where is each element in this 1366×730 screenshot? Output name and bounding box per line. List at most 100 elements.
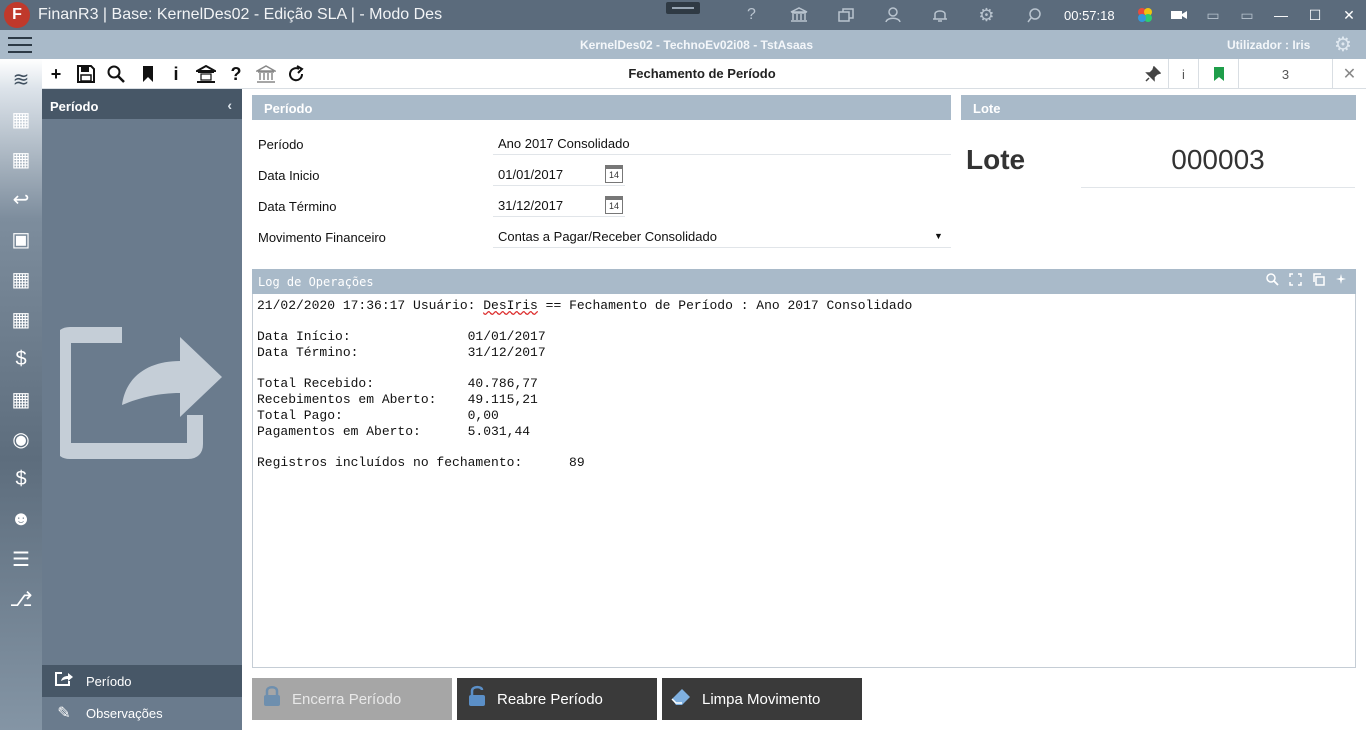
log-line: Total Pago: 0,00: [257, 408, 499, 423]
list-icon[interactable]: ☰: [4, 543, 38, 575]
user-icon[interactable]: [869, 0, 916, 30]
log-line: Pagamentos em Aberto: 5.031,44: [257, 424, 531, 439]
undo-icon[interactable]: ↩: [4, 183, 38, 215]
log-expand-icon[interactable]: [1289, 273, 1302, 290]
pin-icon[interactable]: [1138, 59, 1168, 89]
periodo-field[interactable]: Ano 2017 Consolidado: [493, 131, 951, 155]
share-icon: [42, 671, 86, 692]
gear-icon[interactable]: ⚙: [963, 0, 1010, 30]
info-icon[interactable]: i: [164, 63, 188, 85]
session-info: KernelDes02 - TechnoEv02i08 - TstAsaas: [580, 38, 813, 52]
monitor-icon[interactable]: ▭: [1230, 0, 1264, 30]
session-bar: KernelDes02 - TechnoEv02i08 - TstAsaas U…: [0, 30, 1366, 59]
module-icon-strip: ≋ ▦ ▦ ↩ ▣ ▦ ▦ $ ▦ ◉ $ ☻ ☰ ⎇: [0, 59, 42, 730]
broadcast-icon[interactable]: ◉: [4, 423, 38, 455]
record-count: 3: [1238, 59, 1332, 89]
user-settings-gear-icon[interactable]: ⚙: [1334, 34, 1356, 56]
nav-item-label: Observações: [86, 705, 163, 721]
lote-value: 000003: [1081, 144, 1355, 188]
log-content[interactable]: 21/02/2020 17:36:17 Usuário: DesIris == …: [252, 294, 1356, 668]
windows-icon[interactable]: [822, 0, 869, 30]
periodo-label: Período: [258, 137, 304, 152]
log-line: Recebimentos em Aberto: 49.115,21: [257, 392, 538, 407]
calendar-icon[interactable]: 14: [605, 196, 623, 214]
bell-icon[interactable]: [916, 0, 963, 30]
log-line: Total Recebido: 40.786,77: [257, 376, 538, 391]
hamburger-menu-icon[interactable]: [8, 37, 32, 53]
periodo-section-header: Período: [252, 95, 951, 120]
save-export-icon[interactable]: ▣: [4, 223, 38, 255]
palette-icon[interactable]: [1128, 0, 1162, 30]
clear-movement-button[interactable]: Limpa Movimento: [662, 678, 862, 720]
drag-handle[interactable]: [666, 2, 700, 14]
movimento-financeiro-label: Movimento Financeiro: [258, 230, 386, 245]
form-toolbar: + i ? Fechamento de Período i 3 ✕: [42, 59, 1366, 89]
log-line: 21/02/2020 17:36:17 Usuário: DesIris == …: [257, 298, 913, 313]
users-group-icon[interactable]: ☻: [4, 503, 38, 535]
layers-icon[interactable]: ≋: [4, 63, 38, 95]
workflow-check-icon[interactable]: ⎇: [4, 583, 38, 615]
log-line: Data Término: 31/12/2017: [257, 345, 546, 360]
monitor-small-icon[interactable]: ▭: [1196, 0, 1230, 30]
calculator-filter-add-icon[interactable]: ▦: [4, 263, 38, 295]
calendar-icon[interactable]: 14: [605, 165, 623, 183]
bank-report-icon[interactable]: [194, 63, 218, 85]
chevron-down-icon[interactable]: ▼: [934, 231, 943, 241]
log-clear-icon[interactable]: [1335, 273, 1348, 290]
app-logo-icon: F: [4, 2, 30, 28]
log-line: Data Início: 01/01/2017: [257, 329, 546, 344]
log-copy-icon[interactable]: [1312, 273, 1325, 290]
close-icon[interactable]: ✕: [1332, 0, 1366, 30]
log-header: Log de Operações: [252, 269, 1356, 294]
eraser-icon: [662, 686, 702, 712]
nav-item-label: Período: [86, 673, 132, 689]
unlock-icon: [457, 685, 497, 713]
reopen-period-button[interactable]: Reabre Período: [457, 678, 657, 720]
save-icon[interactable]: [74, 63, 98, 85]
calculator-remove-icon[interactable]: ▦: [4, 143, 38, 175]
data-inicio-label: Data Inicio: [258, 168, 320, 183]
pencil-icon: ✎: [57, 705, 71, 722]
collapse-icon[interactable]: ‹: [227, 97, 232, 113]
log-title: Log de Operações: [258, 275, 374, 289]
close-form-icon[interactable]: ✕: [1332, 59, 1366, 89]
help-icon[interactable]: ?: [728, 0, 775, 30]
calculator-filter-icon[interactable]: ▦: [4, 383, 38, 415]
nav-item-periodo[interactable]: Período: [42, 665, 242, 697]
data-termino-label: Data Término: [258, 199, 337, 214]
close-period-button[interactable]: Encerra Período: [252, 678, 452, 720]
money-filter-2-icon[interactable]: $: [4, 463, 38, 495]
clock: 00:57:18: [1064, 7, 1115, 23]
share-large-icon: [60, 327, 222, 459]
nav-item-observacoes[interactable]: ✎ Observações: [42, 697, 242, 729]
window-title: FinanR3 | Base: KernelDes02 - Edição SLA…: [38, 6, 443, 23]
refresh-icon[interactable]: [284, 63, 308, 85]
user-label: Utilizador : Iris: [1227, 38, 1311, 52]
log-search-icon[interactable]: [1266, 273, 1279, 290]
log-user: DesIris: [483, 298, 538, 313]
lock-icon: [252, 685, 292, 713]
calculator-add-icon[interactable]: ▦: [4, 103, 38, 135]
chat-icon[interactable]: [1010, 0, 1057, 30]
bookmark-icon[interactable]: [136, 63, 160, 85]
left-panel: Período ‹ Período ✎ Observações: [42, 89, 242, 730]
calculator-filter-remove-icon[interactable]: ▦: [4, 303, 38, 335]
left-panel-header: Período ‹: [42, 89, 242, 119]
bank-icon[interactable]: [775, 0, 822, 30]
log-line: Registros incluídos no fechamento: 89: [257, 455, 585, 470]
bookmark-green-icon[interactable]: [1198, 59, 1238, 89]
new-icon[interactable]: +: [44, 63, 68, 85]
info-panel-button[interactable]: i: [1168, 59, 1198, 89]
maximize-icon[interactable]: ☐: [1298, 0, 1332, 30]
title-bar: F FinanR3 | Base: KernelDes02 - Edição S…: [0, 0, 1366, 30]
lote-section-header: Lote: [961, 95, 1356, 120]
bank-icon[interactable]: [254, 63, 278, 85]
lote-label: Lote: [966, 144, 1026, 175]
left-panel-title: Período: [50, 99, 99, 114]
money-filter-icon[interactable]: $: [4, 343, 38, 375]
camera-icon[interactable]: [1162, 0, 1196, 30]
search-icon[interactable]: [104, 63, 128, 85]
minimize-icon[interactable]: —: [1264, 0, 1298, 30]
help-icon[interactable]: ?: [224, 63, 248, 85]
movimento-financeiro-select[interactable]: Contas a Pagar/Receber Consolidado: [493, 224, 951, 248]
